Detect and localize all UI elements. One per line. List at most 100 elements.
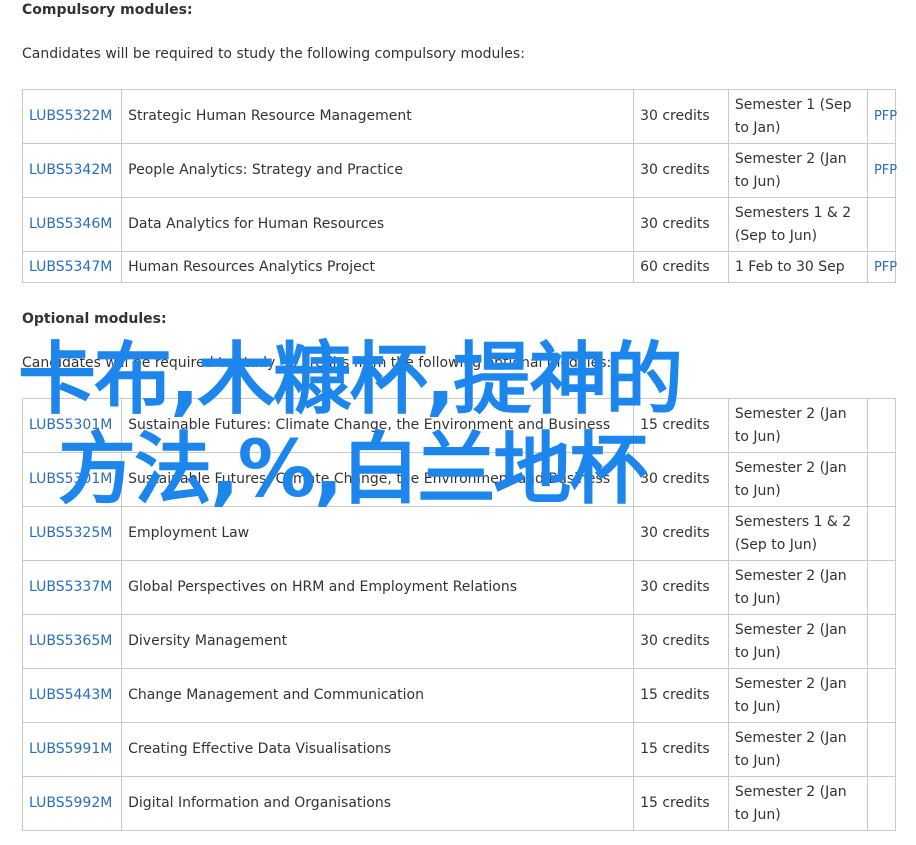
semester-line: Semester 2 (Jan bbox=[734, 783, 847, 800]
module-semester: Semester 2 (Jan to Jun) bbox=[727, 398, 868, 453]
semester-line: to Jun) bbox=[734, 698, 781, 715]
module-code-cell: LUBS5347M bbox=[21, 251, 123, 283]
module-title: Creating Effective Data Visualisations bbox=[121, 722, 635, 777]
module-code-cell: LUBS5346M bbox=[21, 197, 123, 252]
module-code-cell: LUBS5325M bbox=[21, 506, 123, 561]
module-semester: Semesters 1 & 2 (Sep to Jun) bbox=[727, 197, 868, 252]
module-semester: Semester 2 (Jan to Jun) bbox=[727, 722, 868, 777]
module-code-link[interactable]: LUBS5325M bbox=[29, 525, 112, 541]
semester-line: Semester 2 (Jan bbox=[734, 729, 847, 746]
module-credits: 15 credits bbox=[633, 722, 729, 777]
semester-line: to Jun) bbox=[734, 428, 781, 445]
module-code-link[interactable]: LUBS5346M bbox=[29, 216, 112, 232]
table-row: LUBS5992M Digital Information and Organi… bbox=[21, 776, 897, 831]
optional-modules-heading: Optional modules: bbox=[22, 311, 167, 327]
module-title: Human Resources Analytics Project bbox=[121, 251, 635, 283]
module-credits: 15 credits bbox=[633, 668, 729, 723]
semester-line: Semester 2 (Jan bbox=[734, 621, 847, 638]
module-semester: Semester 2 (Jan to Jun) bbox=[727, 452, 868, 507]
optional-modules-table: LUBS5301M Sustainable Futures: Climate C… bbox=[21, 398, 897, 831]
optional-modules-intro: Candidates will be required to study 30 … bbox=[22, 355, 612, 371]
module-code-cell: LUBS5301M bbox=[21, 452, 123, 507]
semester-line: to Jun) bbox=[734, 173, 781, 190]
module-semester: Semesters 1 & 2 (Sep to Jun) bbox=[727, 506, 868, 561]
module-semester: Semester 2 (Jan to Jun) bbox=[727, 668, 868, 723]
pfp-cell bbox=[866, 452, 897, 507]
module-semester: Semester 1 (Sep to Jan) bbox=[727, 89, 868, 144]
semester-line: to Jun) bbox=[734, 644, 781, 661]
semester-line: Semesters 1 & 2 bbox=[734, 204, 852, 221]
pfp-cell bbox=[866, 614, 897, 669]
semester-line: Semester 2 (Jan bbox=[734, 150, 847, 167]
pfp-link[interactable]: PFP bbox=[874, 260, 897, 275]
module-code-link[interactable]: LUBS5365M bbox=[29, 633, 112, 649]
module-code-link[interactable]: LUBS5322M bbox=[29, 108, 112, 124]
module-credits: 30 credits bbox=[633, 143, 729, 198]
module-title: Diversity Management bbox=[121, 614, 635, 669]
table-row: LUBS5991M Creating Effective Data Visual… bbox=[21, 722, 897, 777]
semester-line: Semesters 1 & 2 bbox=[734, 513, 852, 530]
module-semester: Semester 2 (Jan to Jun) bbox=[727, 614, 868, 669]
pfp-cell: PFP bbox=[866, 89, 897, 144]
module-credits: 30 credits bbox=[633, 197, 729, 252]
pfp-cell bbox=[866, 722, 897, 777]
module-code-link[interactable]: LUBS5443M bbox=[29, 687, 112, 703]
module-code-cell: LUBS5992M bbox=[21, 776, 123, 831]
module-credits: 15 credits bbox=[633, 398, 729, 453]
module-code-cell: LUBS5443M bbox=[21, 668, 123, 723]
module-credits: 30 credits bbox=[633, 614, 729, 669]
pfp-cell bbox=[866, 668, 897, 723]
module-credits: 30 credits bbox=[633, 560, 729, 615]
module-semester: Semester 2 (Jan to Jun) bbox=[727, 143, 868, 198]
module-credits: 30 credits bbox=[633, 452, 729, 507]
module-code-link[interactable]: LUBS5347M bbox=[29, 259, 112, 275]
pfp-link[interactable]: PFP bbox=[874, 163, 897, 178]
module-code-cell: LUBS5337M bbox=[21, 560, 123, 615]
module-semester: 1 Feb to 30 Sep bbox=[727, 251, 868, 283]
module-code-cell: LUBS5342M bbox=[21, 143, 123, 198]
table-row: LUBS5337M Global Perspectives on HRM and… bbox=[21, 560, 897, 615]
module-code-cell: LUBS5301M bbox=[21, 398, 123, 453]
module-code-link[interactable]: LUBS5992M bbox=[29, 795, 112, 811]
module-code-link[interactable]: LUBS5991M bbox=[29, 741, 112, 757]
semester-line: Semester 2 (Jan bbox=[734, 567, 847, 584]
semester-line: Semester 2 (Jan bbox=[734, 675, 847, 692]
semester-line: Semester 2 (Jan bbox=[734, 459, 847, 476]
table-row: LUBS5346M Data Analytics for Human Resou… bbox=[21, 197, 897, 252]
module-code-link[interactable]: LUBS5301M bbox=[29, 417, 112, 433]
module-semester: Semester 2 (Jan to Jun) bbox=[727, 560, 868, 615]
semester-line: to Jun) bbox=[734, 590, 781, 607]
module-code-link[interactable]: LUBS5342M bbox=[29, 162, 112, 178]
semester-line: to Jun) bbox=[734, 482, 781, 499]
module-credits: 30 credits bbox=[633, 506, 729, 561]
semester-line: to Jan) bbox=[734, 119, 781, 136]
module-credits: 15 credits bbox=[633, 776, 729, 831]
pfp-cell bbox=[866, 398, 897, 453]
pfp-cell bbox=[866, 197, 897, 252]
table-row: LUBS5347M Human Resources Analytics Proj… bbox=[21, 251, 897, 283]
module-title: Data Analytics for Human Resources bbox=[121, 197, 635, 252]
module-title: Sustainable Futures: Climate Change, the… bbox=[121, 452, 635, 507]
module-title: Digital Information and Organisations bbox=[121, 776, 635, 831]
module-code-link[interactable]: LUBS5301M bbox=[29, 471, 112, 487]
module-code-link[interactable]: LUBS5337M bbox=[29, 579, 112, 595]
table-row: LUBS5301M Sustainable Futures: Climate C… bbox=[21, 452, 897, 507]
module-semester: Semester 2 (Jan to Jun) bbox=[727, 776, 868, 831]
module-title: Change Management and Communication bbox=[121, 668, 635, 723]
module-title: Global Perspectives on HRM and Employmen… bbox=[121, 560, 635, 615]
compulsory-modules-intro: Candidates will be required to study the… bbox=[22, 46, 525, 62]
table-row: LUBS5301M Sustainable Futures: Climate C… bbox=[21, 398, 897, 453]
module-title: People Analytics: Strategy and Practice bbox=[121, 143, 635, 198]
table-row: LUBS5365M Diversity Management 30 credit… bbox=[21, 614, 897, 669]
compulsory-modules-table: LUBS5322M Strategic Human Resource Manag… bbox=[21, 89, 897, 283]
semester-line: to Jun) bbox=[734, 806, 781, 823]
pfp-cell: PFP bbox=[866, 251, 897, 283]
module-credits: 60 credits bbox=[633, 251, 729, 283]
pfp-cell bbox=[866, 776, 897, 831]
module-title: Sustainable Futures: Climate Change, the… bbox=[121, 398, 635, 453]
table-row: LUBS5325M Employment Law 30 credits Seme… bbox=[21, 506, 897, 561]
module-code-cell: LUBS5365M bbox=[21, 614, 123, 669]
module-credits: 30 credits bbox=[633, 89, 729, 144]
semester-line: (Sep to Jun) bbox=[734, 536, 818, 553]
pfp-link[interactable]: PFP bbox=[874, 109, 897, 124]
